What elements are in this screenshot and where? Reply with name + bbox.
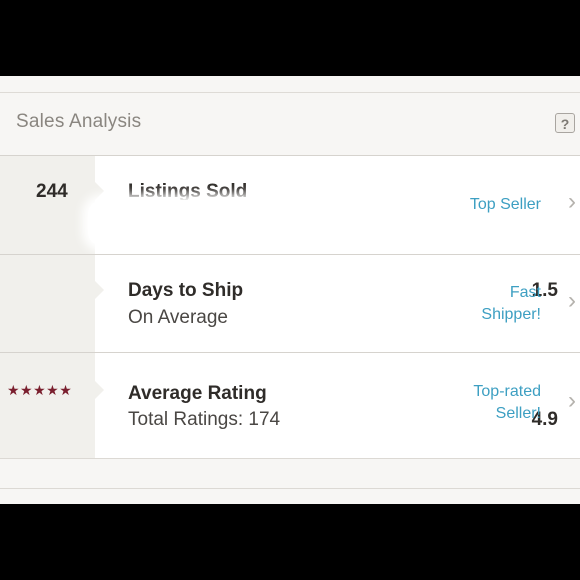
notch-arrow: [95, 182, 104, 200]
listings-sold-count: 244: [36, 181, 68, 202]
notch-arrow: [95, 381, 104, 399]
panel-title: Sales Analysis: [16, 111, 142, 132]
badge-line: Fast: [509, 284, 541, 301]
chevron-right-icon[interactable]: ›: [568, 289, 576, 313]
badge-line: Top-rated: [473, 383, 541, 400]
badge-line: Top Seller: [469, 196, 541, 213]
days-to-ship-subtitle: On Average: [128, 307, 229, 328]
divider: [0, 488, 580, 489]
stat-row-average-rating[interactable]: ★★★★★ 4.9 Average Rating Total Ratings: …: [0, 352, 580, 458]
chevron-right-icon[interactable]: ›: [568, 389, 576, 413]
redacted-area: [88, 200, 350, 246]
panel-header: Sales Analysis ?: [0, 93, 580, 155]
help-button[interactable]: ?: [555, 113, 575, 133]
star-rating: ★★★★★: [7, 382, 73, 398]
top-seller-badge[interactable]: Top Seller: [470, 194, 541, 216]
total-ratings-text: Total Ratings: 174: [128, 409, 281, 430]
badge-line: Seller!: [495, 405, 541, 422]
stat-value-cell: [0, 255, 95, 352]
sales-analysis-panel: Sales Analysis ? 244 Listings Sold Top S…: [0, 76, 580, 504]
notch-arrow: [95, 281, 104, 299]
stat-value-cell: [0, 156, 95, 254]
fast-shipper-badge[interactable]: Fast Shipper!: [481, 282, 541, 326]
average-rating-title: Average Rating: [128, 383, 267, 404]
badge-line: Shipper!: [481, 306, 541, 323]
top-rated-seller-badge[interactable]: Top-rated Seller!: [473, 381, 541, 425]
stat-value-cell: [0, 353, 95, 458]
stat-row-days-to-ship[interactable]: 1.5 Days to Ship On Average Fast Shipper…: [0, 254, 580, 352]
stat-row-listings-sold[interactable]: 244 Listings Sold Top Seller ›: [0, 155, 580, 254]
divider: [0, 458, 580, 459]
days-to-ship-title: Days to Ship: [128, 280, 244, 301]
chevron-right-icon[interactable]: ›: [568, 190, 576, 214]
